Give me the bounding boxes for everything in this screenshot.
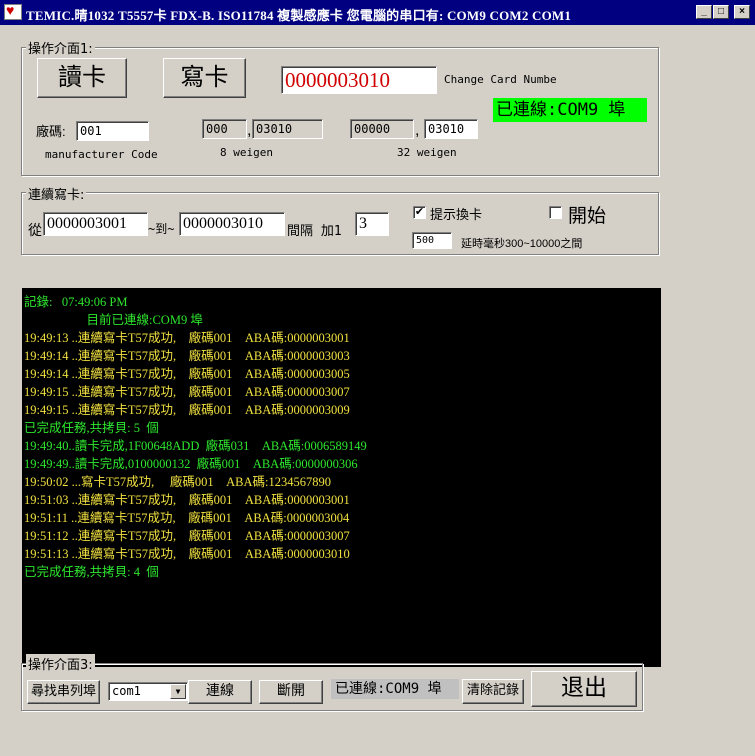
app-heart-icon[interactable] [4, 2, 22, 20]
port-select-value: com1 [112, 684, 141, 698]
log-line: 19:49:14 ..連續寫卡T57成功, 廠碼001 ABA碼:0000003… [24, 349, 350, 363]
port-select[interactable]: com1 ▼ [108, 682, 188, 701]
log-line: 19:51:12 ..連續寫卡T57成功, 廠碼001 ABA碼:0000003… [24, 529, 350, 543]
log-line: 19:51:11 ..連續寫卡T57成功, 廠碼001 ABA碼:0000003… [24, 511, 350, 525]
interval-input[interactable]: 3 [355, 212, 389, 236]
window-title: TEMIC.晴1032 T5557卡 FDX-B. ISO11784 複製感應卡… [26, 8, 572, 23]
panel3-title: 操作介面3: [26, 654, 95, 673]
weigen32-part1-field[interactable]: 00000 [350, 119, 414, 139]
log-line: 19:50:02 ...寫卡T57成功, 廠碼001 ABA碼:12345678… [24, 475, 331, 489]
delay-input[interactable]: 500 [412, 232, 452, 249]
log-panel[interactable]: 記錄: 07:49:06 PM 目前已連線:COM9 埠 19:49:13 ..連… [22, 288, 661, 667]
start-label: 開始 [568, 206, 607, 227]
panel1-title: 操作介面1: [26, 38, 95, 57]
find-ports-button[interactable]: 尋找串列埠 [27, 680, 100, 704]
log-line: 19:49:14 ..連續寫卡T57成功, 廠碼001 ABA碼:0000003… [24, 367, 350, 381]
minimize-button[interactable]: _ [696, 5, 712, 19]
change-card-number-label: Change Card Numbe [444, 73, 557, 86]
prompt-change-checkbox[interactable]: ✔ [413, 206, 426, 219]
disconnect-button[interactable]: 斷開 [259, 680, 323, 704]
from-card-input[interactable]: 0000003001 [43, 212, 148, 236]
weigen32-comma: , [415, 122, 420, 139]
weigen8-part2-field[interactable]: 03010 [252, 119, 323, 139]
card-number-input[interactable]: 0000003010 [281, 66, 437, 94]
dropdown-arrow-icon[interactable]: ▼ [170, 684, 186, 699]
to-label: ~到~ [148, 222, 175, 236]
log-line: 19:49:13 ..連續寫卡T57成功, 廠碼001 ABA碼:0000003… [24, 331, 350, 345]
panel3-status-label: 已連線:COM9 埠 [331, 679, 459, 699]
connect-button[interactable]: 連線 [188, 680, 252, 704]
vendor-code-label: 廠碼: [36, 124, 66, 139]
close-button[interactable]: × [734, 5, 750, 19]
delay-label: 延時毫秒300~10000之間 [461, 238, 583, 250]
weigen8-comma: , [247, 122, 252, 139]
log-line: 目前已連線:COM9 埠 [24, 313, 203, 327]
prompt-change-label: 提示換卡 [430, 207, 483, 222]
log-line: 19:49:40..讀卡完成,1F00648ADD 廠碼031 ABA碼:000… [24, 439, 367, 453]
maximize-button[interactable]: □ [713, 5, 729, 19]
log-line: 19:49:49..讀卡完成,0100000132 廠碼001 ABA碼:000… [24, 457, 358, 471]
log-line: 已完成任務,共拷貝: 4 個 [24, 565, 159, 579]
clear-log-button[interactable]: 清除記錄 [462, 679, 524, 704]
title-bar[interactable]: TEMIC.晴1032 T5557卡 FDX-B. ISO11784 複製感應卡… [0, 0, 755, 25]
manufacturer-code-label: manufacturer Code [45, 148, 158, 161]
weigen32-part2-field[interactable]: 03010 [424, 119, 478, 139]
start-checkbox[interactable] [549, 206, 562, 219]
log-line: 記錄: 07:49:06 PM [24, 295, 128, 309]
write-card-button[interactable]: 寫卡 [163, 58, 246, 98]
read-card-button[interactable]: 讀卡 [37, 58, 127, 98]
log-line: 已完成任務,共拷貝: 5 個 [24, 421, 159, 435]
interval-label: 間隔 加1 [287, 224, 342, 239]
weigen8-label: 8 weigen [220, 146, 273, 159]
log-line: 19:51:13 ..連續寫卡T57成功, 廠碼001 ABA碼:0000003… [24, 547, 350, 561]
panel2-title: 連續寫卡: [26, 184, 87, 203]
log-line: 19:49:15 ..連續寫卡T57成功, 廠碼001 ABA碼:0000003… [24, 403, 350, 417]
log-line: 19:49:15 ..連續寫卡T57成功, 廠碼001 ABA碼:0000003… [24, 385, 350, 399]
exit-button[interactable]: 退出 [531, 671, 637, 707]
connection-status-badge: 已連線:COM9 埠 [493, 98, 647, 122]
log-line: 19:51:03 ..連續寫卡T57成功, 廠碼001 ABA碼:0000003… [24, 493, 350, 507]
vendor-code-input[interactable]: 001 [76, 121, 149, 141]
from-label: 從 [28, 222, 42, 238]
weigen32-label: 32 weigen [397, 146, 457, 159]
to-card-input[interactable]: 0000003010 [179, 212, 285, 236]
weigen8-part1-field[interactable]: 000 [202, 119, 247, 139]
